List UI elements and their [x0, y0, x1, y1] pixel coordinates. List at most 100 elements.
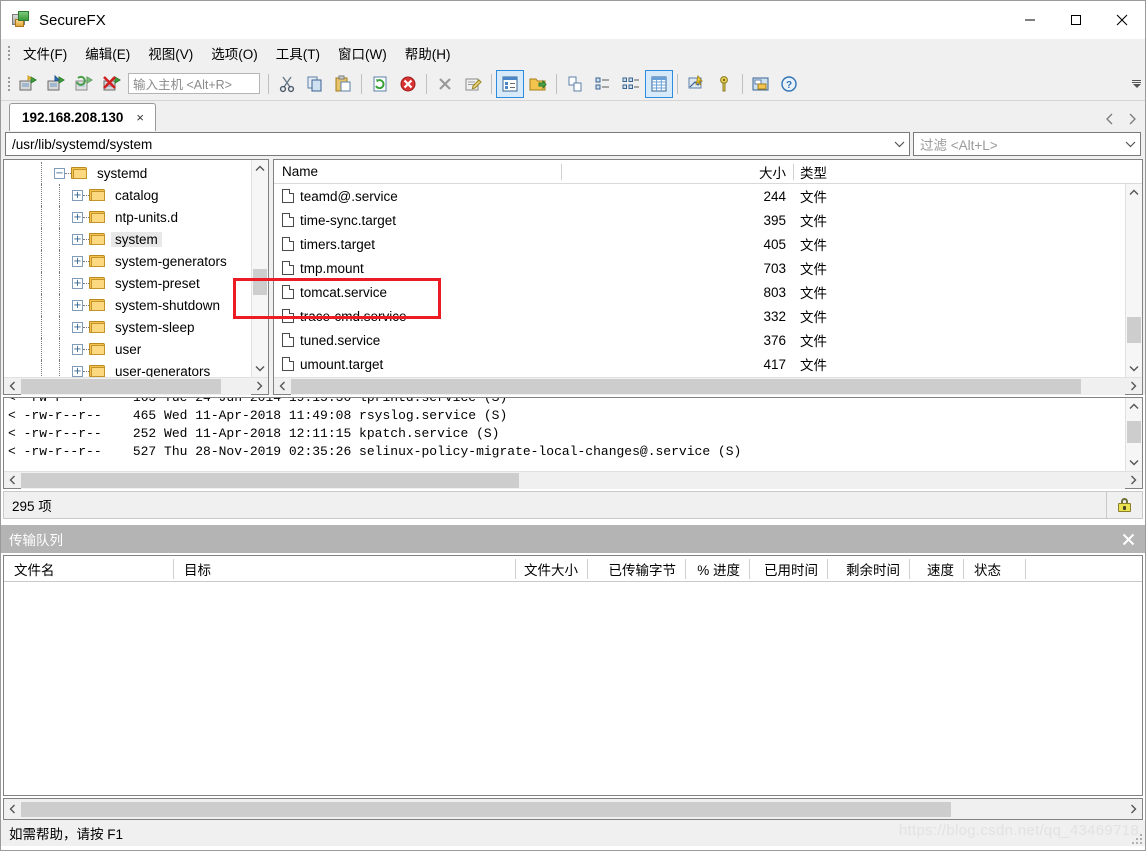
path-combo[interactable]: /usr/lib/systemd/system: [5, 132, 910, 156]
view-list-icon[interactable]: [589, 70, 617, 98]
toolbar-overflow-icon[interactable]: [1131, 79, 1145, 88]
tab-close-icon[interactable]: ×: [133, 110, 147, 125]
tree-item-user-generators[interactable]: + user-generators: [4, 360, 268, 377]
copy-icon[interactable]: [301, 70, 329, 98]
queue-scroll-left-icon[interactable]: [4, 801, 21, 818]
queue-hscroll-track[interactable]: [21, 800, 1125, 818]
key-agent-icon[interactable]: [710, 70, 738, 98]
tree-expand-icon[interactable]: +: [72, 189, 83, 201]
queue-scroll-right-icon[interactable]: [1125, 801, 1142, 818]
tree-scroll-right-icon[interactable]: [251, 378, 268, 395]
log-horizontal-scrollbar[interactable]: [4, 471, 1142, 489]
menu-options[interactable]: 选项(O): [202, 39, 267, 67]
tree-item-ntp-units.d[interactable]: + ntp-units.d: [4, 206, 268, 228]
queue-col-bytes-transferred[interactable]: 已传输字节: [588, 556, 686, 582]
file-list-horizontal-scrollbar[interactable]: [274, 377, 1142, 395]
file-row[interactable]: time-sync.target 395 文件: [274, 208, 1142, 232]
quick-connect-icon[interactable]: [42, 70, 70, 98]
reconnect-icon[interactable]: [70, 70, 98, 98]
log-hscroll-thumb[interactable]: [21, 472, 519, 488]
tree-expand-icon[interactable]: +: [72, 343, 83, 355]
file-row[interactable]: trace-cmd.service 332 文件: [274, 304, 1142, 328]
column-header-type[interactable]: 类型: [794, 160, 854, 184]
tree-expand-icon[interactable]: +: [72, 299, 83, 311]
file-row[interactable]: timers.target 405 文件: [274, 232, 1142, 256]
menu-help[interactable]: 帮助(H): [396, 39, 460, 67]
tree-horizontal-scrollbar[interactable]: [4, 377, 268, 395]
properties-icon[interactable]: [459, 70, 487, 98]
session-manager-icon[interactable]: [747, 70, 775, 98]
cut-icon[interactable]: [273, 70, 301, 98]
file-row[interactable]: tmp.mount 703 文件: [274, 256, 1142, 280]
file-list-scroll-up-icon[interactable]: [1126, 184, 1142, 201]
file-list-hscroll-thumb[interactable]: [291, 378, 1081, 394]
file-list-scroll-right-icon[interactable]: [1125, 378, 1142, 395]
tree-expand-icon[interactable]: +: [72, 321, 83, 333]
file-list-scroll-left-icon[interactable]: [274, 378, 291, 395]
log-scroll-up-icon[interactable]: [1126, 398, 1142, 415]
queue-col-progress[interactable]: % 进度: [686, 556, 750, 582]
menu-file[interactable]: 文件(F): [14, 39, 76, 67]
disconnect-icon[interactable]: [98, 70, 126, 98]
tree-expand-icon[interactable]: +: [72, 233, 83, 245]
tree-item-systemd[interactable]: − systemd: [4, 162, 268, 184]
transfer-settings-icon[interactable]: [682, 70, 710, 98]
file-list-scroll-down-icon[interactable]: [1126, 360, 1142, 377]
tab-next-icon[interactable]: [1125, 111, 1139, 127]
help-icon[interactable]: ?: [775, 70, 803, 98]
tree-scroll-up-icon[interactable]: [252, 160, 268, 177]
menu-window[interactable]: 窗口(W): [329, 39, 396, 67]
tree-item-system-shutdown[interactable]: + system-shutdown: [4, 294, 268, 316]
tree-vertical-scrollbar[interactable]: [251, 160, 268, 377]
menu-edit[interactable]: 编辑(E): [76, 39, 139, 67]
tree-hscroll-track[interactable]: [21, 377, 251, 395]
delete-icon[interactable]: [431, 70, 459, 98]
log-scroll-track[interactable]: [1126, 415, 1142, 454]
queue-col-elapsed[interactable]: 已用时间: [750, 556, 828, 582]
tree-item-system-preset[interactable]: + system-preset: [4, 272, 268, 294]
queue-col-status[interactable]: 状态: [964, 556, 1026, 582]
tree-scroll-left-icon[interactable]: [4, 378, 21, 395]
close-button[interactable]: [1099, 1, 1145, 39]
tree-expand-icon[interactable]: +: [72, 365, 83, 377]
tree-collapse-icon[interactable]: −: [54, 167, 65, 179]
tree-hscroll-thumb[interactable]: [21, 378, 221, 394]
menu-tools[interactable]: 工具(T): [267, 39, 329, 67]
filter-combo[interactable]: 过滤 <Alt+L>: [913, 132, 1141, 156]
column-header-size[interactable]: 大小: [562, 160, 794, 184]
log-scroll-left-icon[interactable]: [4, 472, 21, 489]
tree-expand-icon[interactable]: +: [72, 255, 83, 267]
maximize-button[interactable]: [1053, 1, 1099, 39]
open-folder-icon[interactable]: [524, 70, 552, 98]
file-row[interactable]: umount.target 417 文件: [274, 352, 1142, 376]
minimize-button[interactable]: [1007, 1, 1053, 39]
filter-input[interactable]: 过滤 <Alt+L>: [914, 134, 1120, 154]
queue-col-speed[interactable]: 速度: [910, 556, 964, 582]
log-scroll-right-icon[interactable]: [1125, 472, 1142, 489]
path-input[interactable]: /usr/lib/systemd/system: [6, 137, 889, 152]
file-list-body[interactable]: teamd@.service 244 文件 time-sync.target 395 文件…: [274, 184, 1142, 377]
tree-scroll-track[interactable]: [252, 177, 268, 360]
tree-item-system-sleep[interactable]: + system-sleep: [4, 316, 268, 338]
file-list-scroll-track[interactable]: [1126, 201, 1142, 360]
file-list-scroll-thumb[interactable]: [1127, 317, 1141, 343]
column-header-name[interactable]: Name: [274, 160, 562, 184]
log-vertical-scrollbar[interactable]: [1125, 398, 1142, 471]
file-row[interactable]: tomcat.service 803 文件: [274, 280, 1142, 304]
queue-col-target[interactable]: 目标: [174, 556, 516, 582]
view-grid-icon[interactable]: [645, 69, 673, 98]
view-icons-icon[interactable]: [561, 70, 589, 98]
tree-expand-icon[interactable]: +: [72, 211, 83, 223]
log-hscroll-track[interactable]: [21, 471, 1125, 489]
file-row[interactable]: tuned.service 376 文件: [274, 328, 1142, 352]
transfer-queue-body[interactable]: [4, 582, 1142, 795]
paste-icon[interactable]: [329, 70, 357, 98]
file-list-hscroll-track[interactable]: [291, 377, 1125, 395]
filter-chevron-down-icon[interactable]: [1120, 140, 1140, 148]
tree-item-system[interactable]: + system: [4, 228, 268, 250]
log-output[interactable]: < -rw-r--r-- 163 Tue 24-Jun-2014 19:15:3…: [4, 398, 1142, 471]
tab-prev-icon[interactable]: [1103, 111, 1117, 127]
resize-grip-icon[interactable]: [1130, 832, 1142, 844]
tree-item-user[interactable]: + user: [4, 338, 268, 360]
stop-icon[interactable]: [394, 70, 422, 98]
